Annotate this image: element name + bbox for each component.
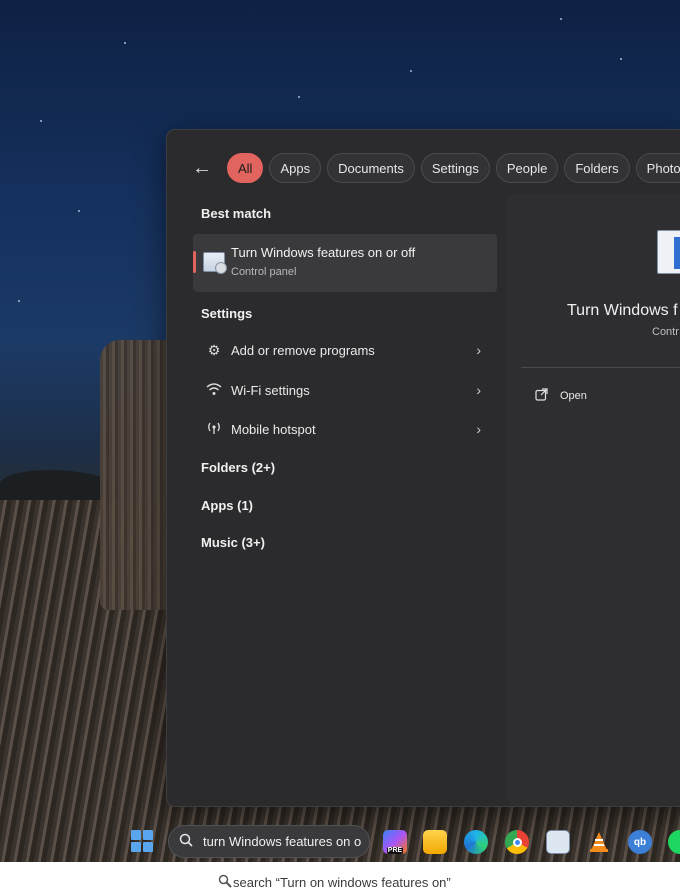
caption: search “Turn on windows features on” xyxy=(218,874,451,891)
best-match-item[interactable]: Turn Windows features on or off Control … xyxy=(193,234,497,292)
vlc-icon[interactable] xyxy=(587,830,611,854)
settings-heading: Settings xyxy=(201,306,253,321)
setting-label: Wi-Fi settings xyxy=(231,382,310,398)
wifi-icon xyxy=(203,382,225,399)
magnifier-icon xyxy=(218,874,232,891)
filter-photos[interactable]: Photos xyxy=(635,153,680,183)
control-panel-icon xyxy=(203,252,227,274)
open-external-icon xyxy=(535,388,548,404)
chrome-icon[interactable] xyxy=(505,830,529,854)
pre-badge: PRE xyxy=(386,847,404,854)
filter-people[interactable]: People xyxy=(495,153,559,183)
best-match-subtitle: Control panel xyxy=(231,266,297,278)
selection-accent xyxy=(193,251,196,273)
filter-documents[interactable]: Documents xyxy=(327,153,415,183)
file-explorer-icon[interactable] xyxy=(423,830,447,854)
arrow-left-icon[interactable]: ← xyxy=(187,153,217,183)
search-icon xyxy=(179,833,193,850)
filter-settings[interactable]: Settings xyxy=(420,153,490,183)
group-music[interactable]: Music (3+) xyxy=(201,535,265,550)
open-action[interactable]: Open xyxy=(535,388,587,404)
taskbar: turn Windows features on o PRE qb xyxy=(0,820,680,862)
setting-add-remove-programs[interactable]: ⚙ Add or remove programs › xyxy=(193,332,497,368)
control-panel-large-icon xyxy=(657,230,680,274)
caption-text: search “Turn on windows features on” xyxy=(233,875,451,890)
search-query: turn Windows features on o xyxy=(203,834,362,849)
group-apps[interactable]: Apps (1) xyxy=(201,498,253,513)
open-label: Open xyxy=(560,390,587,402)
setting-wifi[interactable]: Wi-Fi settings › xyxy=(193,372,497,408)
taskbar-search-box[interactable]: turn Windows features on o xyxy=(168,825,370,858)
edge-icon[interactable] xyxy=(464,830,488,854)
qbittorrent-icon[interactable]: qb xyxy=(628,830,652,854)
windows-start-icon[interactable] xyxy=(131,830,153,852)
preview-subtitle: Contr xyxy=(652,326,679,338)
copilot-icon[interactable]: PRE xyxy=(383,830,407,854)
qb-label: qb xyxy=(633,836,647,848)
spotify-icon[interactable] xyxy=(668,830,680,854)
best-match-heading: Best match xyxy=(201,206,272,221)
resource-monitor-icon[interactable] xyxy=(546,830,570,854)
desktop-background: ← All Apps Documents Settings People Fol… xyxy=(0,0,680,862)
chevron-right-icon: › xyxy=(476,421,481,437)
group-folders[interactable]: Folders (2+) xyxy=(201,460,275,475)
filter-all[interactable]: All xyxy=(227,153,264,183)
best-match-title: Turn Windows features on or off xyxy=(231,245,416,260)
preview-pane: Turn Windows f Contr Open xyxy=(507,194,680,806)
filter-bar: ← All Apps Documents Settings People Fol… xyxy=(187,152,680,184)
preview-title: Turn Windows f xyxy=(567,302,678,319)
setting-label: Add or remove programs xyxy=(231,342,375,358)
preview-divider xyxy=(521,367,680,368)
gear-icon: ⚙ xyxy=(207,341,221,358)
chevron-right-icon: › xyxy=(476,342,481,358)
setting-mobile-hotspot[interactable]: Mobile hotspot › xyxy=(193,411,497,447)
filter-apps[interactable]: Apps xyxy=(269,153,322,183)
search-panel: ← All Apps Documents Settings People Fol… xyxy=(166,129,680,807)
hotspot-icon xyxy=(203,421,225,438)
filter-folders[interactable]: Folders xyxy=(564,153,630,183)
chevron-right-icon: › xyxy=(476,382,481,398)
setting-label: Mobile hotspot xyxy=(231,421,316,437)
